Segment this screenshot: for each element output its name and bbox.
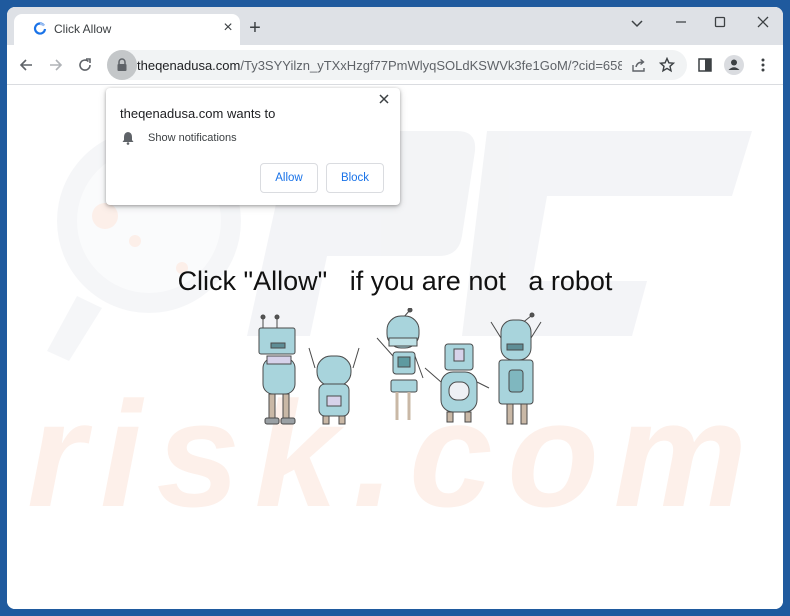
url-host: theqenadusa.com (137, 58, 241, 73)
arrow-left-icon (19, 59, 32, 71)
popup-close-button[interactable] (376, 92, 392, 108)
page-content: risk.com Click "Allow" if you are not a … (7, 86, 783, 609)
chevron-down-icon (631, 20, 643, 28)
forward-button[interactable] (45, 54, 67, 76)
tab-title: Click Allow (54, 22, 112, 36)
robot-5 (490, 312, 542, 425)
tab-active[interactable]: Click Allow × (14, 14, 240, 45)
kebab-menu-icon (761, 58, 765, 72)
page-headline: Click "Allow" if you are not a robot (177, 266, 613, 296)
bell-icon (122, 132, 134, 145)
share-icon (632, 58, 645, 72)
close-icon (379, 94, 389, 104)
robot-3 (376, 308, 424, 420)
profile-button[interactable] (723, 54, 745, 76)
robot-1 (258, 314, 296, 425)
side-panel-icon (698, 58, 712, 72)
close-icon (757, 16, 769, 28)
minimize-icon (676, 21, 686, 23)
profile-icon (724, 55, 744, 75)
address-bar[interactable]: theqenadusa.com/Ty3SYYilzn_yTXxHzgf77PmW… (107, 50, 687, 80)
new-tab-button[interactable]: + (245, 18, 265, 38)
share-button[interactable] (629, 55, 649, 75)
robot-2 (308, 347, 360, 425)
close-window-button[interactable] (747, 11, 779, 35)
star-icon (658, 56, 676, 73)
arrow-right-icon (50, 59, 63, 71)
notification-permission-popup: theqenadusa.com wants to Show notificati… (106, 88, 400, 205)
reload-button[interactable] (74, 54, 96, 76)
lock-icon (117, 58, 127, 71)
allow-button[interactable]: Allow (260, 163, 318, 193)
minimize-button[interactable] (665, 11, 697, 35)
reload-icon (79, 58, 91, 71)
side-panel-button[interactable] (694, 54, 716, 76)
tab-strip: Click Allow × + (7, 7, 783, 45)
url-text[interactable]: theqenadusa.com/Ty3SYYilzn_yTXxHzgf77PmW… (137, 58, 622, 73)
bookmark-button[interactable] (657, 55, 677, 75)
url-path: /Ty3SYYilzn_yTXxHzgf77PmWlyqSOLdKSWVk3fe… (240, 58, 622, 73)
toolbar: theqenadusa.com/Ty3SYYilzn_yTXxHzgf77PmW… (7, 45, 783, 85)
back-button[interactable] (15, 54, 37, 76)
maximize-button[interactable] (704, 11, 736, 35)
robots-illustration (258, 308, 542, 425)
browser-window: Click Allow × + theqenadusa.com/Ty3SYYil… (7, 7, 783, 609)
tab-close-icon[interactable]: × (219, 19, 237, 37)
site-info-button[interactable] (107, 50, 137, 80)
menu-button[interactable] (752, 54, 774, 76)
permission-label: Show notifications (148, 132, 237, 144)
popup-title: theqenadusa.com wants to (120, 106, 276, 121)
robot-4 (424, 343, 490, 423)
maximize-icon (714, 16, 726, 28)
block-button[interactable]: Block (326, 163, 384, 193)
loading-spinner-icon (33, 22, 47, 35)
tab-search-button[interactable] (621, 11, 653, 35)
